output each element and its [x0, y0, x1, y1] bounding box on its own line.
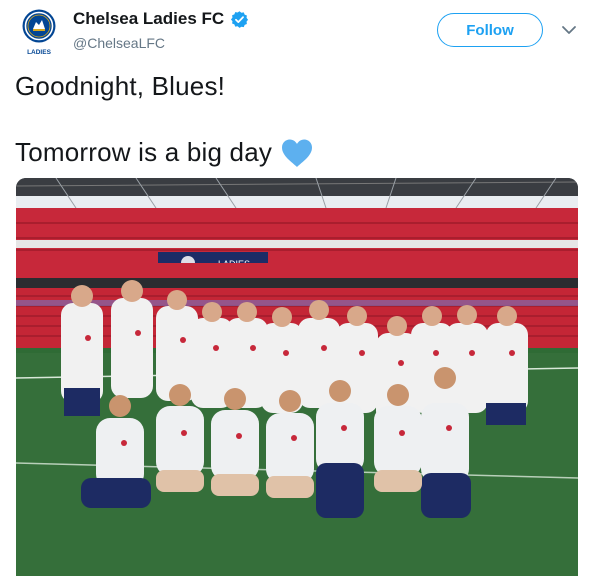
blue-heart-emoji-icon: [282, 139, 313, 167]
avatar[interactable]: LADIES: [18, 8, 60, 56]
verified-badge-icon: [231, 10, 249, 28]
team-photo-illustration: LADIES: [16, 178, 578, 576]
chevron-down-icon[interactable]: [561, 24, 577, 36]
tweet-card: LADIES Chelsea Ladies FC @ChelseaLFC Fol…: [0, 0, 600, 576]
tweet-text-line-2-text: Tomorrow is a big day: [15, 136, 273, 167]
display-name[interactable]: Chelsea Ladies FC: [73, 9, 249, 29]
display-name-text: Chelsea Ladies FC: [73, 9, 225, 28]
user-handle[interactable]: @ChelseaLFC: [73, 35, 165, 51]
avatar-caption: LADIES: [27, 49, 52, 56]
tweet-text-line-1: Goodnight, Blues!: [15, 71, 226, 101]
tweet-text-line-2: Tomorrow is a big day: [15, 136, 314, 168]
chelsea-crest-icon: LADIES: [22, 9, 56, 56]
follow-button[interactable]: Follow: [437, 13, 543, 47]
tweet-photo[interactable]: LADIES: [16, 178, 578, 576]
